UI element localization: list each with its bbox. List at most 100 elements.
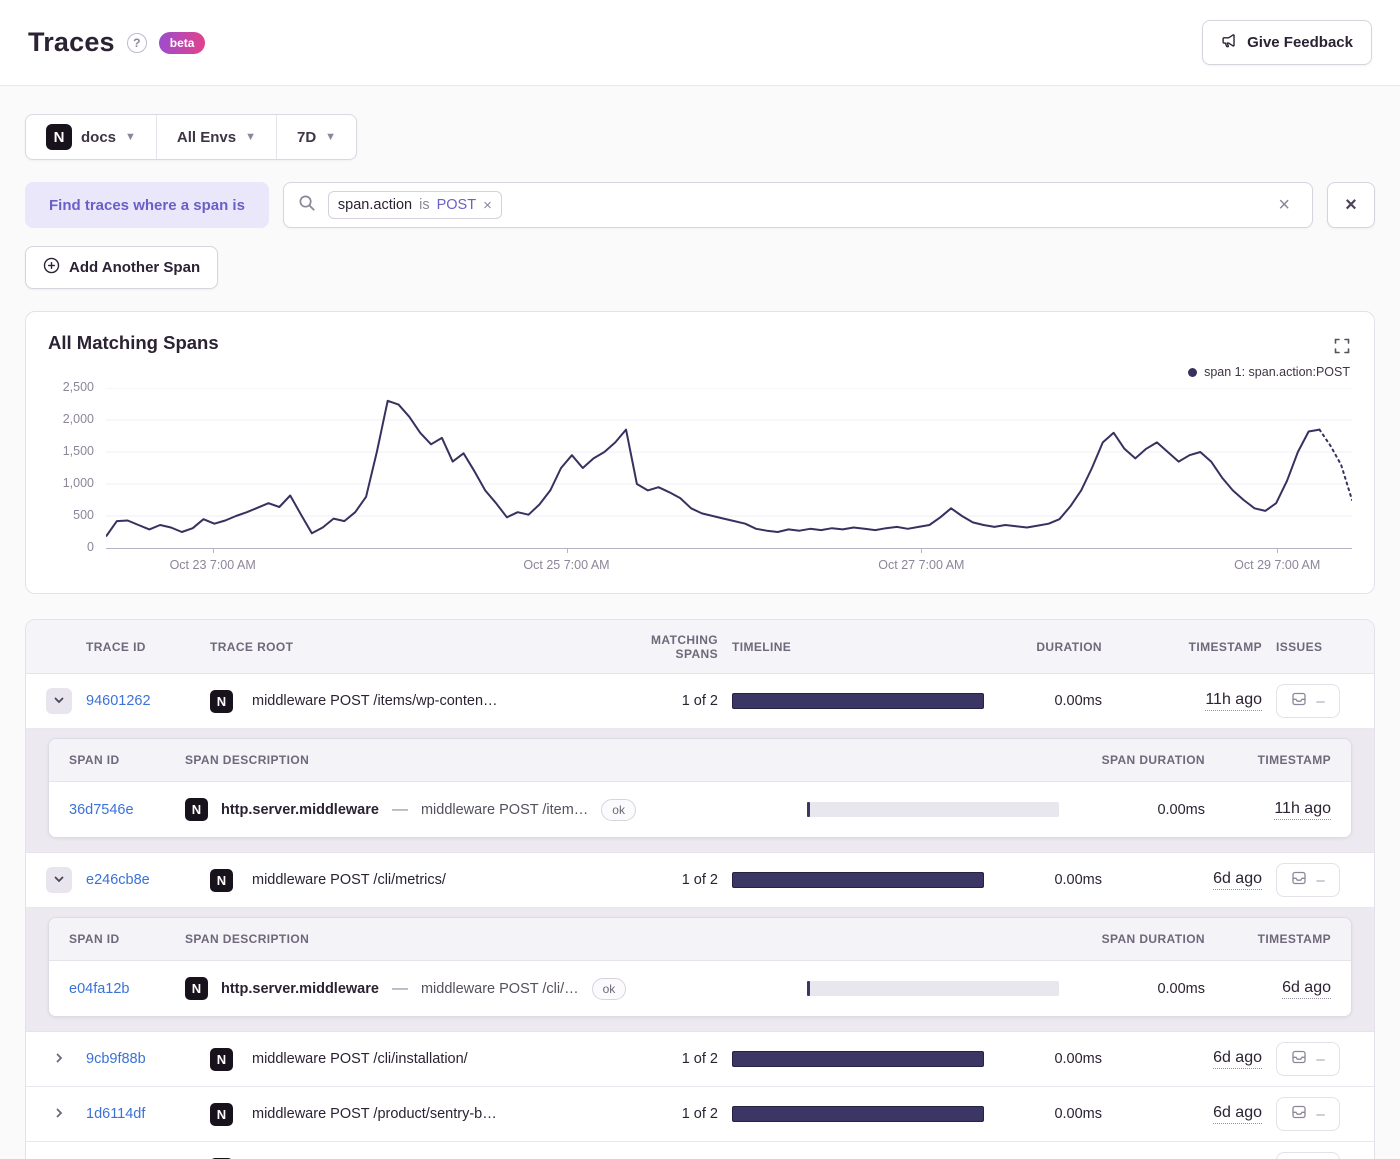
col-header-duration: DURATION [1036,639,1102,654]
beta-badge: beta [158,31,206,54]
issues-count-empty: – [1316,692,1325,710]
timestamp-value[interactable]: 6d ago [1213,870,1262,890]
col-header-timeline: TIMELINE [732,639,792,654]
span-timeline-bar [807,802,1059,817]
y-axis-tick-label: 1,500 [62,444,94,458]
y-axis-tick-label: 2,000 [62,412,94,426]
trace-id-link[interactable]: 94601262 [86,693,151,709]
span-desc-separator: — [391,800,408,818]
nextjs-project-icon: N [210,868,233,892]
trace-id-link[interactable]: 9cb9f88b [86,1051,146,1067]
span-duration-value: 0.00ms [1157,801,1205,818]
duration-value: 0.00ms [1054,872,1102,888]
all-matching-spans-chart: All Matching Spans span 1: span.action:P… [25,311,1375,594]
y-axis: 0 500 1,000 1,500 2,000 2,500 [48,380,106,554]
megaphone-icon [1221,32,1238,53]
timestamp-value[interactable]: 6d ago [1213,1049,1262,1069]
table-header-row: TRACE ID TRACE ROOT MATCHING SPANS TIMEL… [26,620,1374,674]
timestamp-value[interactable]: 11h ago [1205,691,1262,711]
duration-value: 0.00ms [1054,1106,1102,1122]
page-title: Traces [28,27,115,57]
trace-row: 9cb9f88b N middleware POST /cli/installa… [26,1032,1374,1087]
col-header-span-id: SPAN ID [69,932,120,946]
add-another-span-label: Add Another Span [69,259,201,276]
filter-token-remove-icon[interactable]: × [483,198,492,213]
give-feedback-label: Give Feedback [1247,34,1353,51]
span-duration-value: 0.00ms [1157,980,1205,997]
expanded-spans-section: SPAN ID SPAN DESCRIPTION SPAN DURATION T… [26,908,1374,1032]
collapse-trace-button[interactable] [46,688,72,714]
issues-icon [1291,1104,1307,1125]
legend-label: span 1: span.action:POST [1204,365,1350,379]
trace-id-link[interactable]: e246cb8e [86,872,150,888]
matching-spans-value: 1 of 2 [681,1106,718,1122]
expanded-spans-section: SPAN ID SPAN DESCRIPTION SPAN DURATION T… [26,729,1374,853]
x-axis-tick-label: Oct 27 7:00 AM [878,558,965,572]
span-timestamp-value[interactable]: 11h ago [1274,800,1331,820]
remove-span-row-button[interactable]: × [1327,182,1375,228]
timeline-bar [732,1051,984,1067]
filter-token-key: span.action [337,197,413,213]
trace-row: e246cb8e N middleware POST /cli/metrics/… [26,853,1374,908]
legend-dot-icon [1188,367,1198,377]
help-icon[interactable]: ? [126,32,147,53]
environment-filter[interactable]: All Envs ▼ [155,115,276,159]
timestamp-value[interactable]: 6d ago [1213,1104,1262,1124]
span-id-link[interactable]: e04fa12b [69,981,129,997]
issues-button[interactable]: – [1276,863,1340,897]
fullscreen-expand-icon[interactable] [1334,338,1350,359]
span-op-label: http.server.middleware [221,980,379,997]
timeline-bar [732,1106,984,1122]
trace-id-link[interactable]: 1d6114df [86,1106,145,1122]
col-header-span-description: SPAN DESCRIPTION [185,753,310,767]
chevron-down-icon: ▼ [325,131,337,143]
col-header-matching-spans: MATCHING SPANS [651,632,718,661]
collapse-trace-button[interactable] [46,867,72,893]
project-filter[interactable]: N docs ▼ [26,115,156,159]
add-another-span-button[interactable]: Add Another Span [25,246,219,289]
trace-root-label: middleware POST /items/wp-conten… [252,693,498,709]
issues-button[interactable]: – [1276,1042,1340,1076]
col-header-span-timestamp: TIMESTAMP [1257,753,1331,767]
project-filter-label: docs [81,128,117,146]
nextjs-project-icon: N [185,977,208,1000]
expand-trace-button[interactable] [46,1101,72,1127]
date-range-filter[interactable]: 7D ▼ [275,115,356,159]
chart-title: All Matching Spans [48,332,219,353]
span-status-badge: ok [601,798,636,821]
issues-button[interactable]: – [1276,684,1340,718]
trace-root-label: middleware POST /product/sentry-b… [252,1106,497,1122]
issues-icon [1291,691,1307,712]
span-timestamp-value[interactable]: 6d ago [1282,979,1331,999]
nextjs-project-icon: N [185,798,208,821]
chevron-down-icon: ▼ [245,131,256,143]
find-traces-label: Find traces where a span is [25,182,269,228]
chevron-down-icon [53,873,65,888]
issues-count-empty: – [1316,1050,1325,1068]
y-axis-tick-label: 2,500 [62,380,94,394]
nextjs-project-icon: N [46,124,72,150]
nextjs-project-icon: N [210,1102,233,1126]
clear-search-icon[interactable]: × [1270,191,1298,219]
span-timeline-marker [807,981,810,996]
span-op-label: http.server.middleware [221,801,379,818]
give-feedback-button[interactable]: Give Feedback [1202,20,1372,65]
span-search-input[interactable]: span.action is POST × × [282,182,1313,228]
chart-legend: span 1: span.action:POST [1188,365,1350,379]
col-header-span-id: SPAN ID [69,753,120,767]
trace-row: 1d6114df N middleware POST /product/sent… [26,1087,1374,1142]
chevron-down-icon: ▼ [125,131,136,143]
page-filter-bar: N docs ▼ All Envs ▼ 7D ▼ [25,114,358,160]
filter-token-span-action[interactable]: span.action is POST × [327,191,502,219]
issues-button[interactable]: – [1276,1152,1340,1159]
issues-button[interactable]: – [1276,1097,1340,1131]
nextjs-project-icon: N [210,1047,233,1071]
nextjs-project-icon: N [210,689,233,713]
circle-plus-icon [43,257,60,278]
chart-plot-area [106,388,1352,553]
y-axis-tick-label: 0 [87,540,94,554]
span-id-link[interactable]: 36d7546e [69,802,134,818]
span-description-label: middleware POST /cli/… [420,980,579,997]
expand-trace-button[interactable] [46,1046,72,1072]
x-axis-tick-label: Oct 25 7:00 AM [523,558,610,572]
